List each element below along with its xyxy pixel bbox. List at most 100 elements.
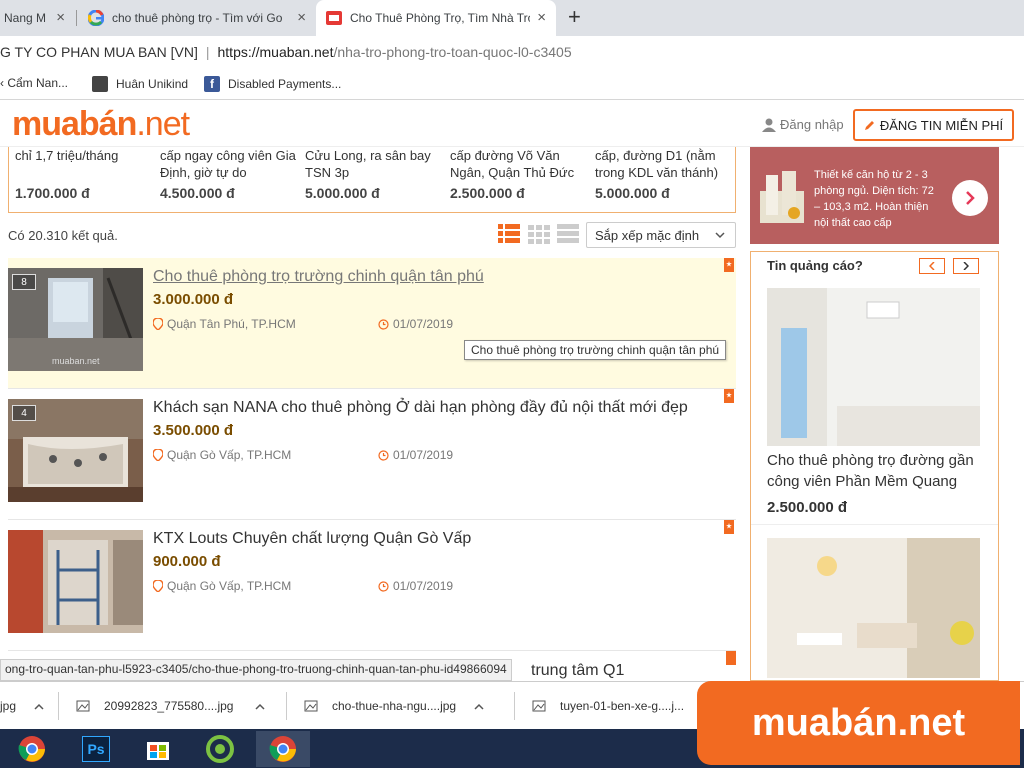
compact-view-icon[interactable] [557, 224, 579, 244]
post-free-ad-button[interactable]: ĐĂNG TIN MIỄN PHÍ [853, 109, 1014, 141]
featured-price: 2.500.000 đ [450, 185, 525, 201]
save-bookmark-icon[interactable] [724, 520, 734, 534]
image-file-icon [304, 700, 318, 712]
listing-title-partial[interactable]: trung tâm Q1 [531, 662, 624, 680]
photoshop-icon: Ps [82, 736, 110, 762]
tab-title: Nang M [4, 11, 47, 25]
download-filename: 20992823_775580....jpg [104, 699, 234, 713]
featured-item[interactable]: cấp đường Võ Văn Ngân, Quận Thủ Đức 2.50… [450, 147, 590, 202]
login-label: Đăng nhập [780, 117, 844, 132]
save-bookmark-icon[interactable] [724, 258, 734, 272]
url-path: /nha-tro-phong-tro-toan-quoc-l0-c3405 [333, 44, 572, 60]
featured-desc: Cửu Long, ra sân bay TSN 3p [305, 148, 431, 180]
chrome-icon [269, 736, 296, 762]
featured-price: 5.000.000 đ [305, 185, 380, 201]
clock-icon [378, 318, 389, 330]
featured-desc: chỉ 1,7 triệu/tháng [15, 148, 119, 163]
tab-google-search[interactable]: cho thuê phòng trọ - Tìm với Go × [78, 0, 316, 36]
featured-item[interactable]: cấp, đường D1 (nằm trong KDL văn thánh) … [595, 147, 735, 202]
download-item[interactable]: jpg [0, 682, 44, 730]
grid-view-icon[interactable] [528, 224, 550, 244]
bookmark-huan-unikind[interactable]: Huân Unikind [92, 76, 188, 92]
close-tab-icon[interactable]: × [297, 9, 306, 26]
url-separator: | [205, 44, 210, 60]
chevron-up-icon[interactable] [34, 703, 44, 710]
facebook-icon: f [204, 76, 220, 92]
listing-thumbnail[interactable] [8, 530, 143, 633]
bookmark-label: Huân Unikind [116, 77, 189, 91]
listing-thumbnail[interactable]: 8 muaban.net [8, 268, 143, 371]
save-bookmark-icon[interactable] [724, 389, 734, 403]
coccoc-icon [206, 735, 234, 763]
date-text: 01/07/2019 [393, 448, 454, 462]
save-bookmark-icon[interactable] [726, 651, 736, 665]
listing-thumbnail[interactable]: 4 [8, 399, 143, 502]
listing-item[interactable]: KTX Louts Chuyên chất lượng Quận Gò Vấp … [8, 520, 736, 651]
sort-select[interactable]: Sắp xếp mặc định [586, 222, 736, 248]
promo-banner[interactable]: Thiết kế căn hộ từ 2 - 3 phòng ngủ. Diện… [750, 147, 999, 244]
logo-suffix: .net [136, 105, 190, 143]
bookmark-label: ‹ Cẩm Nan... [0, 76, 69, 90]
ads-prev-button[interactable] [919, 258, 945, 274]
ads-next-button[interactable] [953, 258, 979, 274]
title-tooltip: Cho thuê phòng trọ trường chinh quận tân… [464, 340, 727, 360]
close-tab-icon[interactable]: × [56, 9, 65, 26]
listing-location: Quận Gò Vấp, TP.HCM [153, 448, 291, 462]
listing-title[interactable]: Cho thuê phòng trọ trường chinh quận tân… [153, 268, 484, 286]
image-file-icon [76, 700, 90, 712]
chevron-up-icon[interactable] [255, 703, 265, 710]
close-tab-icon[interactable]: × [537, 9, 546, 26]
photo-count-badge: 4 [12, 405, 36, 421]
map-pin-icon [153, 318, 163, 330]
download-item[interactable]: 20992823_775580....jpg [76, 682, 265, 730]
ad-image[interactable] [767, 288, 980, 446]
featured-item[interactable]: Cửu Long, ra sân bay TSN 3p 5.000.000 đ [305, 147, 445, 202]
listing-item[interactable]: 8 muaban.net Cho thuê phòng trọ trường c… [8, 258, 736, 389]
tab-nang[interactable]: Nang M × [0, 0, 75, 36]
listing-date: 01/07/2019 [378, 579, 453, 593]
clock-icon [378, 580, 389, 592]
bookmark-cam-nang[interactable]: ‹ Cẩm Nan... [0, 76, 68, 90]
ads-divider [751, 524, 998, 525]
chevron-up-icon[interactable] [474, 703, 484, 710]
site-logo[interactable]: muabán.net [12, 105, 190, 144]
user-icon [762, 118, 776, 132]
listing-item[interactable]: 4 Khách sạn NANA cho thuê phòng Ở dài hạ… [8, 389, 736, 520]
listing-location: Quận Tân Phú, TP.HCM [153, 317, 296, 331]
status-url-bar: ong-tro-quan-tan-phu-l5923-c3405/cho-thu… [0, 659, 512, 681]
date-text: 01/07/2019 [393, 579, 454, 593]
chrome-active-taskbar-button[interactable] [256, 731, 310, 767]
address-bar[interactable]: G TY CO PHAN MUA BAN [VN] | https://muab… [0, 36, 1024, 68]
tab-separator [76, 10, 77, 26]
listing-title[interactable]: KTX Louts Chuyên chất lượng Quận Gò Vấp [153, 530, 471, 548]
tab-muaban[interactable]: Cho Thuê Phòng Trọ, Tìm Nhà Trọ × [316, 0, 556, 36]
ad-title[interactable]: Cho thuê phòng trọ đường gần công viên P… [767, 450, 982, 492]
store-taskbar-button[interactable] [136, 731, 180, 767]
ad-price: 2.500.000 đ [767, 499, 848, 516]
new-tab-button[interactable]: + [568, 4, 581, 30]
photoshop-taskbar-button[interactable]: Ps [74, 731, 118, 767]
coccoc-taskbar-button[interactable] [198, 731, 242, 767]
map-pin-icon [153, 580, 163, 592]
download-item[interactable]: cho-thue-nha-ngu....jpg [304, 682, 484, 730]
bookmark-label: Disabled Payments... [228, 77, 342, 91]
ad-room-photo [767, 538, 980, 678]
ad-image[interactable] [767, 538, 980, 678]
date-text: 01/07/2019 [393, 317, 454, 331]
download-item[interactable]: tuyen-01-ben-xe-g....j... [532, 682, 684, 730]
image-file-icon [532, 700, 546, 712]
tab-title: Cho Thuê Phòng Trọ, Tìm Nhà Trọ [350, 11, 530, 25]
download-filename: cho-thue-nha-ngu....jpg [332, 699, 457, 713]
clock-icon [378, 449, 389, 461]
featured-item[interactable]: chỉ 1,7 triệu/tháng 1.700.000 đ [15, 147, 155, 202]
bookmark-disabled-payments[interactable]: f Disabled Payments... [204, 76, 341, 92]
listing-title[interactable]: Khách sạn NANA cho thuê phòng Ở dài hạn … [153, 399, 688, 417]
listing-price: 900.000 đ [153, 553, 221, 570]
login-link[interactable]: Đăng nhập [762, 117, 844, 132]
list-view-icon[interactable] [498, 224, 520, 244]
banner-next-button[interactable] [952, 180, 988, 216]
store-icon [147, 742, 169, 760]
featured-item[interactable]: cấp ngay công viên Gia Định, giờ tự do 4… [160, 147, 300, 202]
download-separator [514, 692, 515, 720]
chrome-taskbar-button[interactable] [10, 731, 54, 767]
